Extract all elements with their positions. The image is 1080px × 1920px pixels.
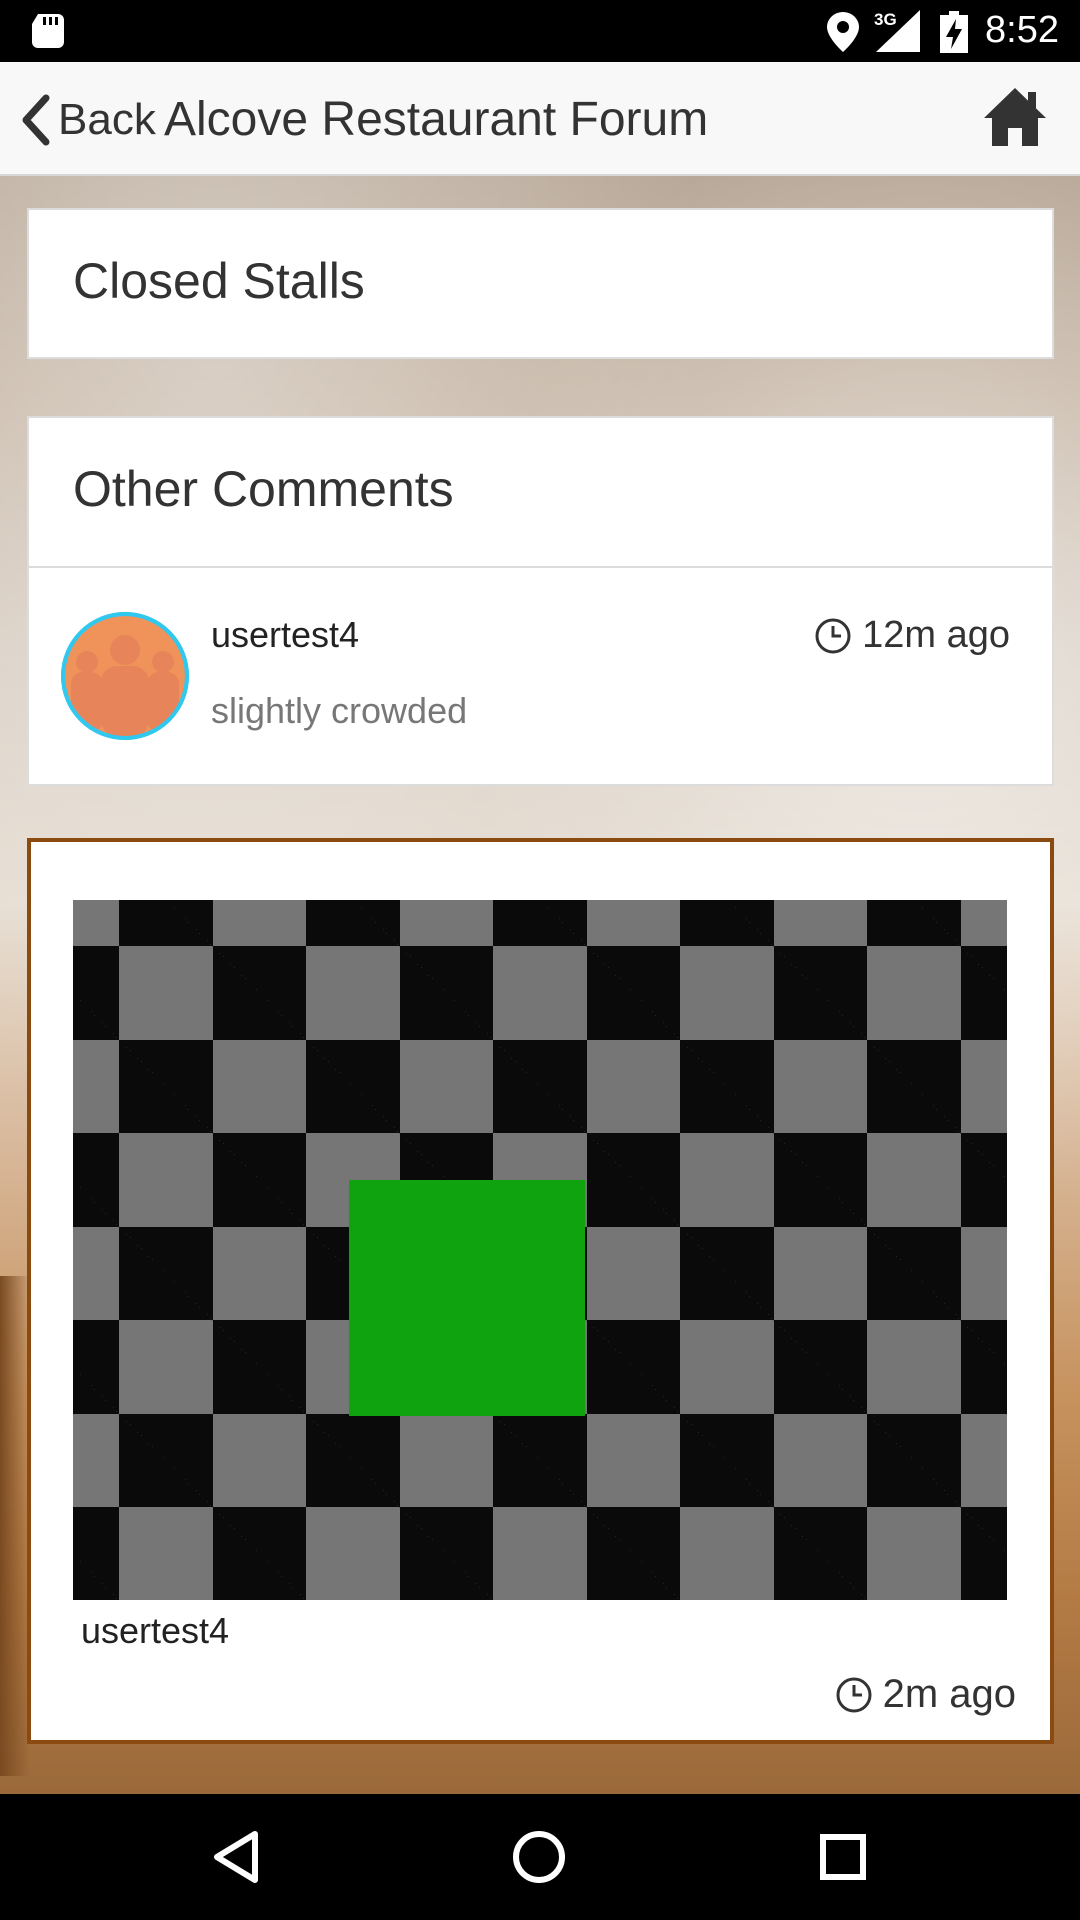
photo-post-card[interactable]: usertest4 2m ago <box>27 838 1054 1744</box>
app-bar: Back Alcove Restaurant Forum <box>0 62 1080 176</box>
comment-text: slightly crowded <box>211 690 468 731</box>
closed-stalls-title: Closed Stalls <box>73 253 365 309</box>
page-title: Alcove Restaurant Forum <box>164 93 709 146</box>
clock-icon <box>815 618 851 653</box>
background-decoration <box>0 1276 30 1776</box>
chevron-left-icon <box>22 94 50 146</box>
comment-username: usertest4 <box>211 614 360 655</box>
other-comments-title: Other Comments <box>73 461 454 517</box>
post-time-label: 2m ago <box>882 1672 1016 1716</box>
clock-icon <box>836 1677 872 1712</box>
post-image[interactable] <box>73 900 1007 1600</box>
sd-card-icon <box>32 14 64 48</box>
back-triangle-icon[interactable] <box>203 1824 269 1890</box>
battery-charging-icon <box>940 11 968 53</box>
content-area: Closed Stalls Other Comments usertest4 s… <box>0 176 1080 1794</box>
back-button[interactable]: Back <box>18 90 156 150</box>
status-bar: 3G 8:52 <box>0 0 1080 62</box>
location-icon <box>827 12 859 52</box>
home-circle-icon[interactable] <box>506 1824 572 1890</box>
system-nav-bar <box>0 1794 1080 1920</box>
avatar <box>61 612 189 740</box>
post-timestamp: 2m ago <box>835 1672 1016 1717</box>
back-label: Back <box>58 95 156 144</box>
closed-stalls-card[interactable]: Closed Stalls <box>27 208 1054 359</box>
comment-time-label: 12m ago <box>862 614 1010 656</box>
signal-icon <box>876 10 920 52</box>
home-icon[interactable] <box>982 86 1048 148</box>
other-comments-card: Other Comments usertest4 slightly crowde… <box>27 416 1054 786</box>
post-username: usertest4 <box>81 1610 230 1651</box>
comment-timestamp: 12m ago <box>814 614 1010 657</box>
image-green-square <box>349 1180 585 1416</box>
status-time: 8:52 <box>985 9 1059 51</box>
divider <box>29 566 1052 568</box>
recents-square-icon[interactable] <box>810 1824 876 1890</box>
